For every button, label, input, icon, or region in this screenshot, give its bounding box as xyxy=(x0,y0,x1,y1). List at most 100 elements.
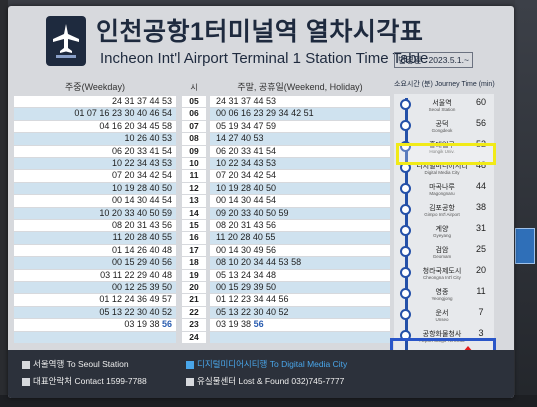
weekend-times-cell: 03 19 38 56 xyxy=(210,319,390,331)
weekday-times-cell: 10 19 28 40 50 xyxy=(14,182,176,195)
station-name-english: Gimpo Int'l Airport xyxy=(424,212,460,217)
weekday-times-cell: 00 14 30 44 54 xyxy=(14,195,176,207)
weekend-times-cell: 10 19 28 40 50 xyxy=(210,182,390,195)
station-dot-icon xyxy=(400,120,411,131)
table-row: 01 12 24 36 49 57 21 01 12 23 34 44 56 xyxy=(14,294,390,306)
hour-cell: 11 xyxy=(182,170,206,182)
weekend-times-cell: 08 10 20 34 44 53 58 xyxy=(210,257,390,269)
table-row: 00 14 30 44 54 13 00 14 30 44 54 xyxy=(14,195,390,207)
weekend-times-cell: 09 20 33 40 50 59 xyxy=(210,207,390,219)
square-bullet-icon xyxy=(22,360,30,369)
weekend-column-header: 주말, 공휴일(Weekend, Holiday) xyxy=(210,80,390,95)
station-dot-icon xyxy=(400,246,411,257)
weekday-times-cell xyxy=(14,331,176,343)
airplane-icon xyxy=(53,24,79,58)
hour-cell: 09 xyxy=(182,145,206,157)
weekend-times-cell: 00 14 30 44 54 xyxy=(210,195,390,207)
hour-column-header: 시(Hour) xyxy=(182,80,206,107)
table-row: 07 20 34 42 54 11 07 20 34 42 54 xyxy=(14,170,390,182)
station-name-english: Cheongna Int'l City xyxy=(423,275,461,280)
weekend-times-cell: 10 22 34 43 53 xyxy=(210,158,390,170)
weekday-times-cell: 10 26 40 53 xyxy=(14,133,176,145)
weekend-times-cell: 07 20 34 42 54 xyxy=(210,170,390,182)
weekend-times-cell: 14 27 40 53 xyxy=(210,133,390,145)
footer-bar: 서울역행 To Seoul Station 대표안락처 Contact 1599… xyxy=(8,350,514,398)
hour-cell: 06 xyxy=(182,108,206,120)
station-dot-icon xyxy=(400,309,411,320)
journey-time-value: 3 xyxy=(478,328,484,338)
hour-cell: 22 xyxy=(182,306,206,319)
station-row: 영종 Yeongjong 11 xyxy=(394,283,494,304)
station-name-english: Yeongjong xyxy=(431,296,453,301)
weekend-times-cell: 01 12 23 34 44 56 xyxy=(210,294,390,306)
station-row: 공덕 Gongdeok 56 xyxy=(394,115,494,136)
station-dot-icon xyxy=(400,288,411,299)
weekend-times-cell: 05 19 34 47 59 xyxy=(210,120,390,133)
footer-contact: 대표안락처 Contact 1599-7788 xyxy=(22,375,147,387)
table-row: 08 20 31 43 56 15 08 20 31 43 56 xyxy=(14,220,390,232)
station-name-english: Unseo xyxy=(435,317,449,322)
hour-cell: 10 xyxy=(182,158,206,170)
table-row: 10 19 28 40 50 12 10 19 28 40 50 xyxy=(14,182,390,195)
table-row: 10 26 40 53 08 14 27 40 53 xyxy=(14,133,390,145)
background-wall-right xyxy=(515,0,537,407)
page-title-korean: 인천공항1터미널역 열차시각표 xyxy=(96,18,424,46)
table-row: 03 19 38 56 23 03 19 38 56 xyxy=(14,319,390,331)
weekend-times-cell: 05 13 22 30 40 52 xyxy=(210,306,390,319)
weekend-times-cell: 11 20 28 40 55 xyxy=(210,232,390,244)
journey-time-header: 소요시간 (분) Journey Time (min) xyxy=(394,81,495,88)
weekday-times-cell: 03 11 22 29 40 48 xyxy=(14,269,176,281)
footer-seoul-direction: 서울역행 To Seoul Station xyxy=(22,358,129,370)
journey-time-value: 56 xyxy=(475,118,486,128)
square-bullet-icon xyxy=(186,360,194,369)
weekday-times-cell: 05 13 22 30 40 52 xyxy=(14,306,176,319)
table-row: 01 07 16 23 30 40 46 54 06 00 06 16 23 29 … xyxy=(14,108,390,120)
hour-cell: 12 xyxy=(182,182,206,195)
weekend-times-cell: 05 13 24 34 48 xyxy=(210,269,390,281)
weekday-times-cell: 01 12 24 36 49 57 xyxy=(14,294,176,306)
change-date-label: 변경일 : 2023.5.1.~ xyxy=(394,52,473,68)
page-title-english: Incheon Int'l Airport Terminal 1 Station… xyxy=(100,50,429,67)
hour-cell: 08 xyxy=(182,133,206,145)
weekend-times-cell: 00 06 16 23 29 34 42 51 xyxy=(210,108,390,120)
table-row: 01 14 26 40 48 17 00 14 30 49 56 xyxy=(14,244,390,257)
weekend-times-cell: 00 15 29 39 50 xyxy=(210,282,390,294)
hour-cell: 07 xyxy=(182,120,206,133)
weekday-times-cell: 08 20 31 43 56 xyxy=(14,220,176,232)
weekday-times-cell: 10 22 34 43 53 xyxy=(14,158,176,170)
station-row: 서울역 Seoul Station 60 xyxy=(394,94,494,115)
weekday-times-cell: 01 07 16 23 30 40 46 54 xyxy=(14,108,176,120)
hour-cell: 20 xyxy=(182,282,206,294)
square-bullet-icon xyxy=(186,377,194,386)
station-dot-icon xyxy=(400,225,411,236)
station-row: 마곡나루 Magongnaru 44 xyxy=(394,178,494,199)
station-dot-icon xyxy=(400,204,411,215)
weekend-times-cell: 06 20 33 41 54 xyxy=(210,145,390,157)
station-row: 김포공항 Gimpo Int'l Airport 38 xyxy=(394,199,494,220)
station-name-english: Seoul Station xyxy=(428,107,456,112)
weekday-times-cell: 06 20 33 41 54 xyxy=(14,145,176,157)
station-row: 운서 Unseo 7 xyxy=(394,304,494,325)
journey-time-value: 60 xyxy=(475,97,486,107)
table-row: 11 20 28 40 55 16 11 20 28 40 55 xyxy=(14,232,390,244)
table-row: 03 11 22 29 40 48 19 05 13 24 34 48 xyxy=(14,269,390,282)
table-row: 24 xyxy=(14,331,390,344)
highlight-hongik-univ xyxy=(396,143,496,165)
journey-time-value: 11 xyxy=(476,286,486,296)
square-bullet-icon xyxy=(22,377,30,386)
table-row: 10 20 33 40 50 59 14 09 20 33 40 50 59 xyxy=(14,207,390,220)
last-train-time: 56 xyxy=(253,319,264,330)
last-train-time: 56 xyxy=(161,319,172,330)
background-wall-left xyxy=(0,0,8,407)
station-dot-icon xyxy=(400,99,411,110)
weekend-times-cell: 08 20 31 43 56 xyxy=(210,220,390,232)
weekend-times-cell xyxy=(210,331,390,343)
weekend-times-cell: 00 14 30 49 56 xyxy=(210,244,390,257)
journey-time-value: 25 xyxy=(475,244,486,254)
weekday-times-cell: 03 19 38 56 xyxy=(14,319,176,331)
weekday-times-cell: 00 15 29 40 56 xyxy=(14,257,176,269)
journey-time-value: 38 xyxy=(475,202,486,212)
hour-cell: 18 xyxy=(182,257,206,269)
station-name-english: Digital Media City xyxy=(424,170,460,175)
timetable-board: 인천공항1터미널역 열차시각표 Incheon Int'l Airport Te… xyxy=(8,6,514,398)
